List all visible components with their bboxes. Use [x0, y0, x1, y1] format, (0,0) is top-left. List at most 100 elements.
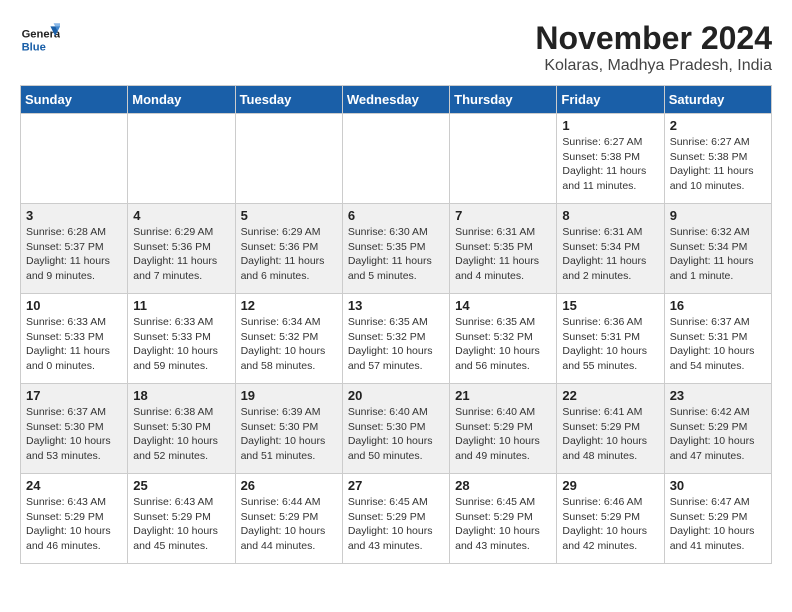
- calendar-table: SundayMondayTuesdayWednesdayThursdayFrid…: [20, 85, 772, 564]
- day-number: 7: [455, 208, 551, 223]
- calendar-cell: 16Sunrise: 6:37 AM Sunset: 5:31 PM Dayli…: [664, 294, 771, 384]
- day-header-friday: Friday: [557, 86, 664, 114]
- day-header-monday: Monday: [128, 86, 235, 114]
- day-number: 8: [562, 208, 658, 223]
- calendar-cell: [235, 114, 342, 204]
- svg-text:Blue: Blue: [22, 41, 46, 53]
- cell-info: Sunrise: 6:34 AM Sunset: 5:32 PM Dayligh…: [241, 315, 337, 374]
- day-number: 17: [26, 388, 122, 403]
- cell-info: Sunrise: 6:30 AM Sunset: 5:35 PM Dayligh…: [348, 225, 444, 284]
- calendar-cell: 28 Sunrise: 6:45 AM Sunset: 5:29 PM Dayli…: [450, 474, 557, 564]
- cell-info: Sunrise: 6:40 AM Sunset: 5:30 PM Dayligh…: [348, 405, 444, 464]
- calendar-cell: [128, 114, 235, 204]
- calendar-week-row: 17Sunrise: 6:37 AM Sunset: 5:30 PM Dayli…: [21, 384, 772, 474]
- day-number: 16: [670, 298, 766, 313]
- day-number: 9: [670, 208, 766, 223]
- calendar-cell: 19 Sunrise: 6:39 AM Sunset: 5:30 PM Dayli…: [235, 384, 342, 474]
- cell-info: Sunrise: 6:29 AM Sunset: 5:36 PM Dayligh…: [133, 225, 229, 284]
- day-header-sunday: Sunday: [21, 86, 128, 114]
- page-header: General Blue November 2024 Kolaras, Madh…: [20, 20, 772, 75]
- calendar-cell: 23 Sunrise: 6:42 AM Sunset: 5:29 PM Dayli…: [664, 384, 771, 474]
- cell-info: Sunrise: 6:43 AM Sunset: 5:29 PM Dayligh…: [26, 495, 122, 554]
- calendar-week-row: 10 Sunrise: 6:33 AM Sunset: 5:33 PM Dayli…: [21, 294, 772, 384]
- cell-info: Sunrise: 6:36 AM Sunset: 5:31 PM Dayligh…: [562, 315, 658, 374]
- day-number: 2: [670, 118, 766, 133]
- calendar-cell: [450, 114, 557, 204]
- day-number: 30: [670, 478, 766, 493]
- calendar-cell: 5 Sunrise: 6:29 AM Sunset: 5:36 PM Daylig…: [235, 204, 342, 294]
- cell-info: Sunrise: 6:45 AM Sunset: 5:29 PM Dayligh…: [348, 495, 444, 554]
- day-number: 21: [455, 388, 551, 403]
- cell-info: Sunrise: 6:41 AM Sunset: 5:29 PM Dayligh…: [562, 405, 658, 464]
- calendar-cell: 17Sunrise: 6:37 AM Sunset: 5:30 PM Dayli…: [21, 384, 128, 474]
- cell-info: Sunrise: 6:28 AM Sunset: 5:37 PM Dayligh…: [26, 225, 122, 284]
- cell-info: Sunrise: 6:42 AM Sunset: 5:29 PM Dayligh…: [670, 405, 766, 464]
- cell-info: Sunrise: 6:29 AM Sunset: 5:36 PM Dayligh…: [241, 225, 337, 284]
- calendar-cell: 12 Sunrise: 6:34 AM Sunset: 5:32 PM Dayli…: [235, 294, 342, 384]
- calendar-cell: 20 Sunrise: 6:40 AM Sunset: 5:30 PM Dayli…: [342, 384, 449, 474]
- location: Kolaras, Madhya Pradesh, India: [535, 57, 772, 75]
- day-number: 25: [133, 478, 229, 493]
- calendar-cell: [342, 114, 449, 204]
- day-number: 4: [133, 208, 229, 223]
- calendar-week-row: 24 Sunrise: 6:43 AM Sunset: 5:29 PM Dayli…: [21, 474, 772, 564]
- calendar-cell: 24 Sunrise: 6:43 AM Sunset: 5:29 PM Dayli…: [21, 474, 128, 564]
- day-header-thursday: Thursday: [450, 86, 557, 114]
- day-number: 29: [562, 478, 658, 493]
- calendar-cell: 7 Sunrise: 6:31 AM Sunset: 5:35 PM Daylig…: [450, 204, 557, 294]
- day-number: 14: [455, 298, 551, 313]
- calendar-cell: 27Sunrise: 6:45 AM Sunset: 5:29 PM Dayli…: [342, 474, 449, 564]
- calendar-cell: 9 Sunrise: 6:32 AM Sunset: 5:34 PM Daylig…: [664, 204, 771, 294]
- calendar-week-row: 1 Sunrise: 6:27 AM Sunset: 5:38 PM Daylig…: [21, 114, 772, 204]
- day-number: 5: [241, 208, 337, 223]
- calendar-cell: 21 Sunrise: 6:40 AM Sunset: 5:29 PM Dayli…: [450, 384, 557, 474]
- cell-info: Sunrise: 6:44 AM Sunset: 5:29 PM Dayligh…: [241, 495, 337, 554]
- calendar-cell: 4 Sunrise: 6:29 AM Sunset: 5:36 PM Daylig…: [128, 204, 235, 294]
- calendar-cell: 18 Sunrise: 6:38 AM Sunset: 5:30 PM Dayli…: [128, 384, 235, 474]
- day-number: 1: [562, 118, 658, 133]
- day-number: 18: [133, 388, 229, 403]
- day-number: 19: [241, 388, 337, 403]
- day-number: 6: [348, 208, 444, 223]
- calendar-cell: 2 Sunrise: 6:27 AM Sunset: 5:38 PM Daylig…: [664, 114, 771, 204]
- day-number: 22: [562, 388, 658, 403]
- day-number: 12: [241, 298, 337, 313]
- day-number: 10: [26, 298, 122, 313]
- cell-info: Sunrise: 6:32 AM Sunset: 5:34 PM Dayligh…: [670, 225, 766, 284]
- day-number: 24: [26, 478, 122, 493]
- cell-info: Sunrise: 6:35 AM Sunset: 5:32 PM Dayligh…: [455, 315, 551, 374]
- day-header-wednesday: Wednesday: [342, 86, 449, 114]
- day-number: 28: [455, 478, 551, 493]
- cell-info: Sunrise: 6:27 AM Sunset: 5:38 PM Dayligh…: [670, 135, 766, 194]
- day-number: 26: [241, 478, 337, 493]
- cell-info: Sunrise: 6:33 AM Sunset: 5:33 PM Dayligh…: [26, 315, 122, 374]
- day-number: 20: [348, 388, 444, 403]
- calendar-cell: 8 Sunrise: 6:31 AM Sunset: 5:34 PM Daylig…: [557, 204, 664, 294]
- logo-icon: General Blue: [20, 20, 60, 60]
- cell-info: Sunrise: 6:27 AM Sunset: 5:38 PM Dayligh…: [562, 135, 658, 194]
- cell-info: Sunrise: 6:35 AM Sunset: 5:32 PM Dayligh…: [348, 315, 444, 374]
- cell-info: Sunrise: 6:38 AM Sunset: 5:30 PM Dayligh…: [133, 405, 229, 464]
- calendar-cell: 30Sunrise: 6:47 AM Sunset: 5:29 PM Dayli…: [664, 474, 771, 564]
- calendar-cell: 6 Sunrise: 6:30 AM Sunset: 5:35 PM Daylig…: [342, 204, 449, 294]
- calendar-cell: 25 Sunrise: 6:43 AM Sunset: 5:29 PM Dayli…: [128, 474, 235, 564]
- cell-info: Sunrise: 6:43 AM Sunset: 5:29 PM Dayligh…: [133, 495, 229, 554]
- day-number: 23: [670, 388, 766, 403]
- cell-info: Sunrise: 6:45 AM Sunset: 5:29 PM Dayligh…: [455, 495, 551, 554]
- calendar-header-row: SundayMondayTuesdayWednesdayThursdayFrid…: [21, 86, 772, 114]
- calendar-cell: 13 Sunrise: 6:35 AM Sunset: 5:32 PM Dayli…: [342, 294, 449, 384]
- cell-info: Sunrise: 6:40 AM Sunset: 5:29 PM Dayligh…: [455, 405, 551, 464]
- cell-info: Sunrise: 6:31 AM Sunset: 5:35 PM Dayligh…: [455, 225, 551, 284]
- cell-info: Sunrise: 6:33 AM Sunset: 5:33 PM Dayligh…: [133, 315, 229, 374]
- day-number: 13: [348, 298, 444, 313]
- calendar-cell: 26 Sunrise: 6:44 AM Sunset: 5:29 PM Dayli…: [235, 474, 342, 564]
- calendar-cell: 3Sunrise: 6:28 AM Sunset: 5:37 PM Daylig…: [21, 204, 128, 294]
- day-number: 15: [562, 298, 658, 313]
- calendar-week-row: 3Sunrise: 6:28 AM Sunset: 5:37 PM Daylig…: [21, 204, 772, 294]
- cell-info: Sunrise: 6:31 AM Sunset: 5:34 PM Dayligh…: [562, 225, 658, 284]
- title-block: November 2024 Kolaras, Madhya Pradesh, I…: [535, 20, 772, 75]
- calendar-cell: 29Sunrise: 6:46 AM Sunset: 5:29 PM Dayli…: [557, 474, 664, 564]
- cell-info: Sunrise: 6:39 AM Sunset: 5:30 PM Dayligh…: [241, 405, 337, 464]
- calendar-cell: 1 Sunrise: 6:27 AM Sunset: 5:38 PM Daylig…: [557, 114, 664, 204]
- calendar-cell: [21, 114, 128, 204]
